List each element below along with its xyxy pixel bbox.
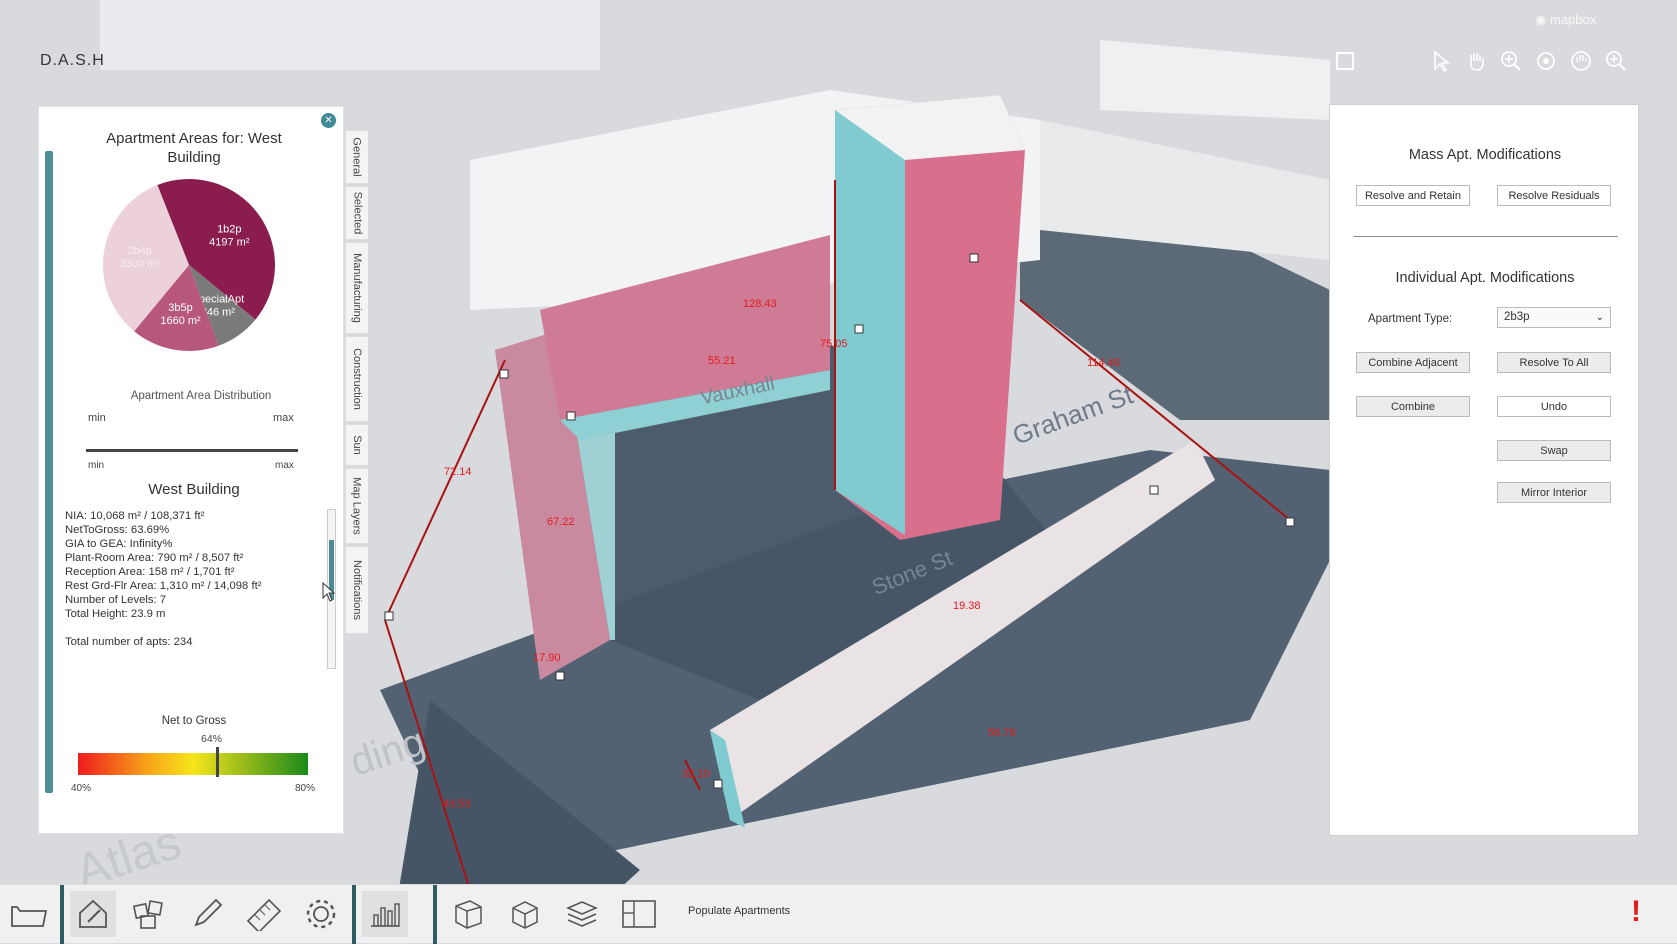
tab-manufacturing[interactable]: Manufacturing: [345, 242, 369, 334]
grab-rotate-icon[interactable]: [1566, 46, 1596, 76]
stat-line: NIA: 10,068 m² / 108,371 ft²: [65, 510, 205, 522]
pan-hand-icon[interactable]: [1461, 46, 1491, 76]
net-to-gross-label: Net to Gross: [161, 715, 227, 727]
pie-label: 3b5p: [168, 302, 192, 314]
stat-line: NetToGross: 63.69%: [65, 524, 170, 536]
pencil-icon[interactable]: [184, 891, 230, 937]
apartment-type-value: 2b3p: [1504, 311, 1530, 323]
tab-selected[interactable]: Selected: [345, 186, 369, 240]
cube-icon[interactable]: [445, 891, 491, 937]
apartment-modifications-panel: Mass Apt. Modifications Resolve and Reta…: [1329, 104, 1639, 836]
gauge-marker: [216, 747, 219, 777]
dimension-label: 114.46: [1087, 357, 1120, 369]
building-name: West Building: [148, 481, 240, 498]
distribution-label: Apartment Area Distribution: [130, 390, 272, 402]
toolbar-divider: [433, 885, 437, 944]
resolve-and-retain-button[interactable]: Resolve and Retain: [1356, 185, 1470, 206]
toolbar-divider: [352, 885, 356, 944]
panel-scrollbar[interactable]: [45, 151, 53, 793]
stat-line: [65, 621, 317, 635]
slider-min-label: min: [88, 460, 105, 471]
undo-button[interactable]: Undo: [1497, 396, 1611, 417]
pie-label: 1660 m²: [160, 315, 201, 327]
floor-plan-icon[interactable]: [616, 891, 662, 937]
apartment-areas-panel: ✕ Apartment Areas for: West Building 1b2…: [38, 106, 344, 834]
gear-icon[interactable]: [298, 891, 344, 937]
stat-line: Reception Area: 158 m² / 1,701 ft²: [65, 566, 235, 578]
combine-adjacent-button[interactable]: Combine Adjacent: [1356, 352, 1470, 373]
layers-icon[interactable]: [559, 891, 605, 937]
tab-sun[interactable]: Sun: [345, 424, 369, 466]
mouse-cursor-icon: [322, 581, 336, 607]
dimension-label: 128.43: [743, 298, 777, 310]
individual-modifications-title: Individual Apt. Modifications: [1395, 270, 1575, 286]
tab-construction[interactable]: Construction: [345, 336, 369, 422]
apartment-type-label: Apartment Type:: [1368, 313, 1453, 325]
section-divider: [1354, 236, 1618, 237]
tab-map-layers[interactable]: Map Layers: [345, 468, 369, 544]
distribution-slider[interactable]: [86, 449, 298, 452]
stat-line: GIA to GEA: Infinity%: [65, 538, 173, 550]
tab-general[interactable]: General: [345, 130, 369, 184]
apartment-type-select[interactable]: 2b3p ⌄: [1497, 307, 1611, 328]
square-select-icon[interactable]: [1330, 46, 1360, 76]
bottom-toolbar: Populate Apartments !: [0, 884, 1677, 944]
bar-chart-icon[interactable]: [362, 891, 408, 937]
stat-line: Total number of apts: 234: [65, 636, 193, 648]
panel-title: Apartment Areas for: West Building: [106, 130, 282, 166]
stat-line: Total Height: 23.9 m: [65, 608, 166, 620]
dimension-label: 56.78: [988, 727, 1016, 739]
mapbox-logo-icon: ◉: [1535, 12, 1550, 27]
modules-icon[interactable]: [127, 891, 173, 937]
alert-icon[interactable]: !: [1631, 895, 1641, 929]
pie-label: 1b2p: [217, 224, 241, 236]
resolve-to-all-button[interactable]: Resolve To All: [1497, 352, 1611, 373]
mass-modifications-title: Mass Apt. Modifications: [1408, 147, 1562, 163]
dimension-label: 19.38: [953, 600, 981, 612]
mapbox-credit[interactable]: ◉ mapbox: [1535, 12, 1596, 28]
app-brand: D.A.S.H: [40, 52, 105, 69]
orbit-icon[interactable]: [1531, 46, 1561, 76]
pointer-icon[interactable]: [1426, 46, 1456, 76]
dimension-label: 32.10: [682, 768, 710, 780]
zoom-in-icon[interactable]: [1496, 46, 1526, 76]
resolve-residuals-button[interactable]: Resolve Residuals: [1497, 185, 1611, 206]
dimension-label: 67.22: [547, 516, 575, 528]
stat-line: Plant-Room Area: 790 m² / 8,507 ft²: [65, 552, 244, 564]
gauge-max-label: 80%: [295, 783, 316, 794]
mapbox-text: mapbox: [1549, 12, 1597, 27]
swap-button[interactable]: Swap: [1497, 440, 1611, 461]
apartment-area-pie-chart: 1b2p4197 m²SpecialApt846 m²3b5p1660 m²2b…: [102, 179, 275, 351]
toolbar-divider: [60, 885, 64, 944]
zoom-extents-icon[interactable]: [1601, 46, 1631, 76]
pie-label: 3300 m²: [120, 258, 161, 270]
dimension-label: 75.05: [820, 338, 848, 350]
populate-apartments-button[interactable]: Populate Apartments: [688, 905, 790, 917]
house-edit-icon[interactable]: [70, 891, 116, 937]
pie-label: 2b4p: [127, 245, 151, 257]
slider-max-label: max: [275, 460, 294, 471]
slider-min-label: min: [88, 412, 106, 424]
close-icon[interactable]: ✕: [321, 113, 336, 128]
tab-notifications[interactable]: Notifications: [345, 546, 369, 634]
building-stats: NIA: 10,068 m² / 108,371 ft² NetToGross:…: [65, 509, 317, 649]
combine-button[interactable]: Combine: [1356, 396, 1470, 417]
dimension-label: 17.90: [533, 652, 561, 664]
pie-label: 4197 m²: [209, 237, 250, 249]
dimension-label: 43.53: [443, 798, 471, 810]
dimension-label: 72.14: [444, 466, 472, 478]
net-to-gross-value: 64%: [201, 733, 223, 745]
dimension-label: 55.21: [708, 355, 736, 367]
chevron-down-icon: ⌄: [1595, 312, 1604, 323]
stat-line: Number of Levels: 7: [65, 594, 167, 606]
net-to-gross-gauge: [78, 753, 308, 775]
folder-icon[interactable]: [6, 891, 52, 937]
stat-line: Rest Grd-Flr Area: 1,310 m² / 14,098 ft²: [65, 580, 262, 592]
gauge-min-label: 40%: [71, 783, 92, 794]
cube-outline-icon[interactable]: [502, 891, 548, 937]
slider-max-label: max: [273, 412, 294, 424]
mirror-interior-button[interactable]: Mirror Interior: [1497, 482, 1611, 503]
ruler-icon[interactable]: [241, 891, 287, 937]
